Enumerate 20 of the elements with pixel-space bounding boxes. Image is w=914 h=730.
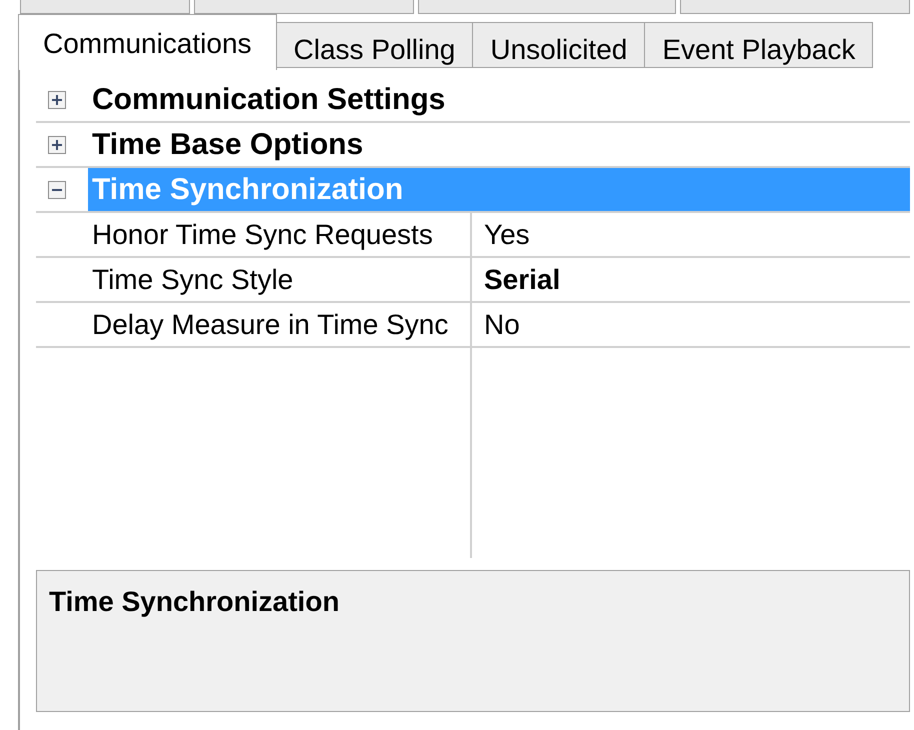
expand-icon[interactable] [48, 136, 66, 154]
property-name[interactable]: Time Sync Style [92, 258, 294, 300]
tab[interactable] [418, 0, 676, 14]
tab[interactable]: Communications [18, 14, 277, 70]
category-header[interactable]: Time Base Options [88, 123, 910, 166]
tab[interactable]: Event Playback [644, 22, 874, 68]
property-name[interactable]: Delay Measure in Time Sync [92, 304, 448, 346]
tab[interactable] [20, 0, 190, 14]
collapse-icon[interactable] [48, 180, 66, 198]
tab[interactable]: Unsolicited [472, 22, 646, 68]
category-header[interactable]: Communication Settings [88, 78, 910, 121]
tab[interactable] [194, 0, 414, 14]
expand-icon[interactable] [48, 90, 66, 108]
property-value[interactable]: No [484, 304, 520, 346]
property-name[interactable]: Honor Time Sync Requests [92, 214, 433, 256]
description-title: Time Synchronization [49, 586, 340, 617]
property-value[interactable]: Serial [484, 258, 560, 300]
tab[interactable] [680, 0, 910, 14]
property-value[interactable]: Yes [484, 214, 530, 256]
tab[interactable]: Class Polling [276, 22, 474, 68]
